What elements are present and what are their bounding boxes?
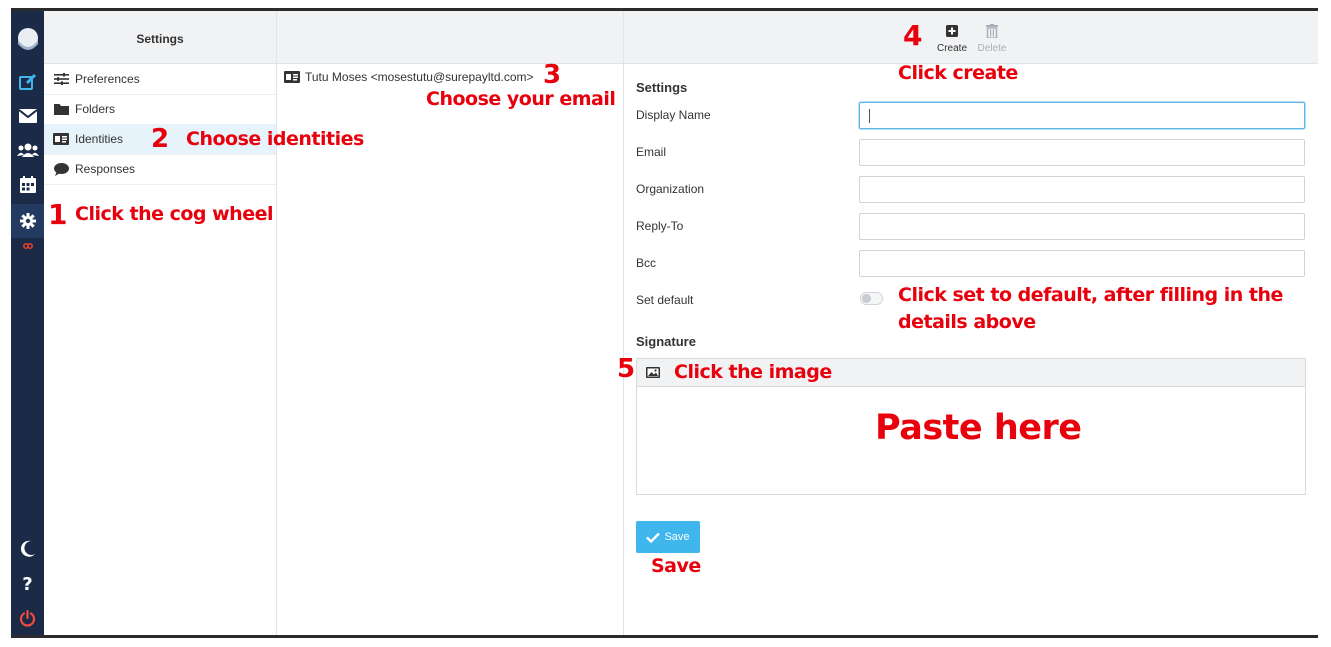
email-label: Email (636, 145, 667, 159)
help-icon[interactable]: ? (11, 567, 44, 601)
save-button[interactable]: Save (636, 521, 700, 553)
annotation-step1-text: Click the cog wheel (75, 203, 274, 225)
identity-label: Tutu Moses <mosestutu@surepayltd.com> (305, 70, 534, 84)
annotation-paste-here: Paste here (875, 408, 1082, 448)
save-label: Save (664, 531, 690, 543)
comment-icon (53, 162, 69, 176)
reply-to-label: Reply-To (636, 219, 684, 233)
settings-menu-title: Settings (136, 32, 184, 46)
menu-item-folders[interactable]: Folders (44, 94, 276, 125)
annotation-step1-number: 1 (48, 198, 68, 231)
window-bottom-edge (11, 635, 1318, 638)
app-logo-icon (11, 19, 44, 59)
menu-item-preferences[interactable]: Preferences (44, 64, 276, 95)
set-default-toggle[interactable] (860, 292, 883, 305)
calendar-icon[interactable] (11, 167, 44, 201)
mail-icon[interactable] (11, 99, 44, 133)
annotation-step4-number: 4 (903, 19, 923, 52)
dark-mode-moon-icon[interactable] (11, 532, 44, 566)
bcc-field[interactable] (859, 250, 1305, 277)
contacts-icon[interactable] (11, 133, 44, 167)
menu-item-responses[interactable]: Responses (44, 154, 276, 185)
annotation-step5-number: 5 (617, 354, 636, 384)
organization-label: Organization (636, 182, 705, 196)
annotation-step4-text: Click create (898, 62, 1018, 84)
logout-power-icon[interactable] (11, 601, 44, 635)
identities-list-header (277, 11, 623, 64)
annotation-step2-text: Choose identities (186, 128, 364, 150)
id-card-icon (284, 71, 300, 83)
delete-button[interactable]: Delete (974, 23, 1010, 54)
form-toolbar: Create Delete (624, 11, 1318, 64)
signature-title: Signature (636, 334, 696, 349)
settings-menu-header: Settings (44, 11, 276, 64)
window-top-edge (0, 0, 1331, 11)
menu-item-label: Responses (75, 162, 136, 176)
display-name-field[interactable] (859, 102, 1305, 129)
settings-menu-panel: Settings Preferences Folders Identities … (44, 11, 277, 635)
form-section-title: Settings (636, 80, 688, 95)
sliders-icon (53, 73, 69, 85)
create-button[interactable]: Create (934, 23, 970, 54)
menu-item-label: Folders (75, 102, 116, 116)
id-card-icon (53, 133, 69, 145)
display-name-label: Display Name (636, 108, 711, 122)
reply-to-field[interactable] (859, 213, 1305, 240)
checkmark-icon (646, 532, 661, 543)
set-default-label: Set default (636, 293, 694, 307)
menu-item-label: Identities (75, 132, 124, 146)
compose-icon[interactable] (11, 65, 44, 99)
bcc-label: Bcc (636, 256, 657, 270)
folder-icon (53, 103, 69, 115)
app-rail: ? (11, 11, 44, 635)
annotation-step5-text: Click the image (674, 361, 832, 383)
plugin-link-icon[interactable] (11, 235, 44, 257)
menu-item-label: Preferences (75, 72, 140, 86)
annotation-save: Save (651, 555, 701, 577)
settings-cog-icon[interactable] (11, 204, 44, 238)
create-label: Create (936, 43, 967, 54)
delete-label: Delete (977, 43, 1007, 54)
plus-square-icon (934, 23, 970, 39)
annotation-step3-text: Choose your email (426, 88, 616, 110)
annotation-step2-number: 2 (151, 124, 170, 154)
annotation-set-default-line2: details above (898, 311, 1036, 333)
insert-image-icon[interactable] (646, 365, 660, 383)
annotation-set-default-line1: Click set to default, after filling in t… (898, 284, 1283, 306)
trash-icon (974, 23, 1010, 39)
annotation-step3-number: 3 (543, 60, 562, 90)
organization-field[interactable] (859, 176, 1305, 203)
email-field[interactable] (859, 139, 1305, 166)
identity-list-item[interactable]: Tutu Moses <mosestutu@surepayltd.com> (284, 70, 534, 84)
